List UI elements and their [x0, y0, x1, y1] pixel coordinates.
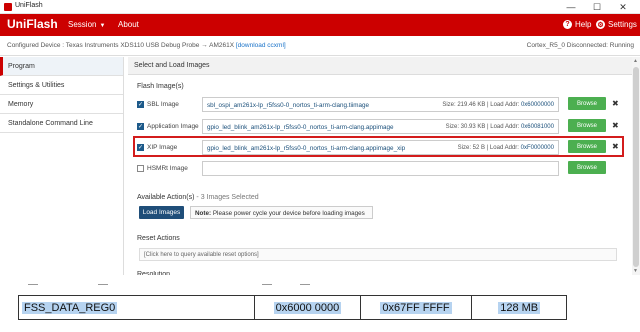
ruler-tick [98, 284, 108, 285]
region-size: 128 MB [498, 301, 541, 314]
sbl-file-field[interactable]: sbl_ospi_am261x-lp_r5fss0-0_nortos_ti-ar… [202, 97, 559, 112]
available-actions-title: Available Action(s) - 3 Images Selected [137, 194, 259, 201]
sidebar-item-settings-utilities[interactable]: Settings & Utilities [0, 76, 123, 95]
image-row-xip: ✓ XIP Image gpio_led_blink_am261x-lp_r5f… [137, 140, 619, 156]
available-actions-label: Available Action(s) [137, 194, 195, 201]
session-menu[interactable]: Session ▼ [68, 20, 105, 29]
sbl-browse-button[interactable]: Browse [568, 97, 606, 110]
end-address-cell: 0x67FF FFFF [361, 296, 473, 319]
region-name: FSS_DATA_REG0 [22, 301, 118, 314]
application-addr-label: | Load Addr: [487, 124, 520, 130]
xip-file-field[interactable]: gpio_led_blink_am261x-lp_r5fss0-0_nortos… [202, 140, 559, 155]
sidebar-item-memory[interactable]: Memory [0, 95, 123, 114]
application-load-addr[interactable]: 0x60081000 [521, 124, 554, 130]
application-size: Size: 30.93 KB [445, 124, 486, 130]
help-button[interactable]: ? Help [563, 20, 591, 29]
note-text: Please power cycle your device before lo… [211, 210, 365, 217]
sidebar-item-program[interactable]: Program [0, 57, 123, 76]
image-row-hsmrt: HSMRt Image Browse [137, 161, 617, 177]
ruler-tick [28, 284, 38, 285]
sbl-load-addr[interactable]: 0x60000000 [521, 102, 554, 108]
sbl-file-path: sbl_ospi_am261x-lp_r5fss0-0_nortos_ti-ar… [207, 102, 370, 109]
query-reset-options-link[interactable]: [Click here to query available reset opt… [139, 248, 617, 261]
sbl-checkbox[interactable]: ✓ [137, 101, 144, 108]
xip-addr-label: | Load Addr: [486, 145, 519, 151]
xip-file-path: gpio_led_blink_am261x-lp_r5fss0-0_nortos… [207, 145, 406, 152]
application-checkbox[interactable]: ✓ [137, 123, 144, 130]
sbl-addr-label: | Load Addr: [487, 102, 520, 108]
application-file-meta: Size: 30.93 KB | Load Addr: 0x60081000 [446, 124, 554, 130]
sbl-size: Size: 219.46 KB [442, 102, 486, 108]
breadcrumb: Configured Device : Texas Instruments XD… [0, 36, 640, 56]
vertical-scrollbar[interactable]: ▲ ▼ [632, 57, 640, 275]
app-logo-icon [4, 3, 12, 11]
minimize-button[interactable]: — [560, 0, 582, 14]
end-address: 0x67FF FFFF [380, 301, 452, 314]
start-address: 0x6000 0000 [273, 301, 342, 314]
application-file-field[interactable]: gpio_led_blink_am261x-lp_r5fss0-0_nortos… [202, 119, 559, 134]
hsmrt-checkbox[interactable] [137, 165, 144, 172]
ruler-ticks [0, 284, 640, 285]
session-menu-label: Session [68, 20, 97, 29]
scroll-up-icon[interactable]: ▲ [633, 58, 638, 64]
main-panel: Select and Load Images Flash Image(s) ✓ … [128, 57, 632, 275]
settings-label: Settings [608, 20, 637, 29]
memory-map-table-row: FSS_DATA_REG0 0x6000 0000 0x67FF FFFF 12… [18, 295, 567, 320]
close-button[interactable]: ✕ [612, 0, 634, 14]
connection-status: Cortex_R5_0 Disconnected: Running [526, 42, 634, 49]
application-browse-button[interactable]: Browse [568, 119, 606, 132]
app-brand: UniFlash [7, 17, 58, 31]
image-row-sbl: ✓ SBL Image sbl_ospi_am261x-lp_r5fss0-0_… [137, 97, 619, 113]
sbl-file-meta: Size: 219.46 KB | Load Addr: 0x60000000 [442, 102, 554, 108]
hsmrt-browse-button[interactable]: Browse [568, 161, 606, 174]
chevron-down-icon: ▼ [99, 23, 106, 29]
application-remove-icon[interactable]: ✖ [612, 121, 619, 130]
scrollbar-thumb[interactable] [633, 67, 639, 267]
window-titlebar: UniFlash — ☐ ✕ [0, 0, 640, 14]
xip-browse-button[interactable]: Browse [568, 140, 606, 153]
sbl-remove-icon[interactable]: ✖ [612, 99, 619, 108]
xip-label: XIP Image [147, 144, 178, 151]
image-row-application: ✓ Application Image gpio_led_blink_am261… [137, 119, 619, 135]
maximize-button[interactable]: ☐ [586, 0, 608, 14]
help-label: Help [575, 20, 592, 29]
help-icon: ? [563, 20, 572, 29]
arrow-right-icon: → [201, 42, 208, 49]
region-size-cell: 128 MB [472, 296, 566, 319]
panel-title: Select and Load Images [128, 57, 632, 75]
xip-load-addr[interactable]: 0xF0000000 [521, 145, 554, 151]
window-title: UniFlash [15, 2, 43, 9]
note-label: Note: [195, 210, 212, 217]
application-file-path: gpio_led_blink_am261x-lp_r5fss0-0_nortos… [207, 124, 394, 131]
hsmrt-file-field[interactable] [202, 161, 559, 176]
gear-icon: ⚙ [596, 20, 605, 29]
xip-file-meta: Size: 52 B | Load Addr: 0xF0000000 [458, 145, 554, 151]
settings-button[interactable]: ⚙ Settings [596, 20, 637, 29]
ruler-tick [300, 284, 310, 285]
sidebar-item-standalone-command-line[interactable]: Standalone Command Line [0, 114, 123, 133]
region-name-cell: FSS_DATA_REG0 [19, 296, 256, 319]
start-address-cell: 0x6000 0000 [255, 296, 361, 319]
power-cycle-note: Note: Please power cycle your device bef… [190, 206, 373, 219]
about-menu[interactable]: About [118, 20, 139, 29]
xip-size: Size: 52 B [457, 145, 486, 151]
device-name: AM261X [209, 42, 235, 49]
sbl-label: SBL Image [147, 101, 179, 108]
load-images-button[interactable]: Load Images [139, 206, 184, 219]
xip-remove-icon[interactable]: ✖ [612, 142, 619, 151]
ruler-tick [262, 284, 272, 285]
configured-device-text: Configured Device : Texas Instruments XD… [7, 42, 200, 49]
download-ccxml-link[interactable]: [download ccxml] [236, 42, 286, 49]
reset-actions-title: Reset Actions [137, 235, 180, 242]
xip-checkbox[interactable]: ✓ [137, 144, 144, 151]
flash-images-title: Flash Image(s) [137, 83, 184, 90]
breadcrumb-path: Configured Device : Texas Instruments XD… [7, 42, 286, 49]
images-selected-count: - 3 Images Selected [194, 194, 259, 201]
hsmrt-label: HSMRt Image [147, 165, 188, 172]
sidebar: Program Settings & Utilities Memory Stan… [0, 57, 124, 275]
application-label: Application Image [147, 123, 199, 130]
scroll-down-icon[interactable]: ▼ [633, 268, 638, 274]
menubar: UniFlash Session ▼ About ? Help ⚙ Settings [0, 14, 640, 36]
